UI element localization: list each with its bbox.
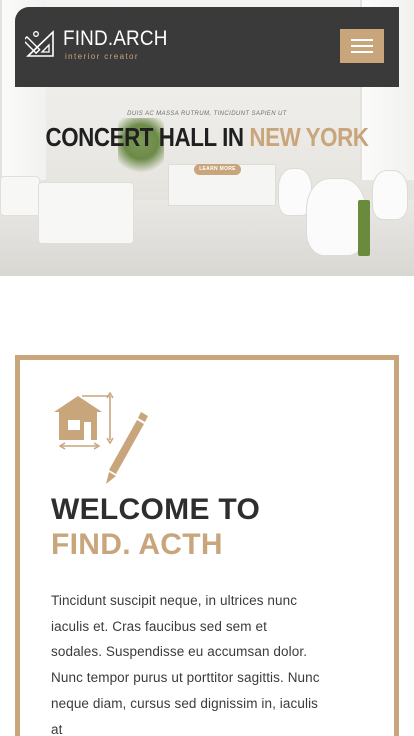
welcome-title-line1: WELCOME TO <box>51 493 261 526</box>
logo-tagline: interior creator <box>65 52 139 61</box>
hero-title-accent: NEW YORK <box>249 122 369 152</box>
hamburger-menu-icon <box>351 51 373 53</box>
menu-button[interactable] <box>340 29 384 63</box>
hero-sofa <box>0 176 40 216</box>
hero-chair <box>372 170 408 220</box>
logo-icon <box>25 30 54 57</box>
hero-bottle <box>358 200 370 256</box>
logo-name[interactable]: FIND.ARCH <box>63 27 168 51</box>
hero-chair <box>306 178 366 256</box>
hero-kicker: DUIS AC MASSA RUTRUM, TINCIDUNT SAPIEN U… <box>127 111 287 117</box>
learn-more-button[interactable]: LEARN MORE <box>194 164 241 175</box>
welcome-body: Tincidunt suscipit neque, in ultrices nu… <box>51 593 320 736</box>
welcome-title: WELCOME TO FIND. ACTH <box>51 492 260 562</box>
top-header: FIND.ARCH interior creator <box>15 7 399 87</box>
house-blueprint-pencil-icon <box>54 391 148 484</box>
hamburger-menu-icon <box>351 45 373 47</box>
welcome-card: WELCOME TO FIND. ACTH Tincidunt suscipit… <box>15 355 399 736</box>
hero-title-main: CONCERT HALL IN <box>45 122 250 152</box>
hero-title: CONCERT HALL IN NEW YORK <box>29 122 385 153</box>
welcome-title-line2: FIND. ACTH <box>51 528 223 561</box>
hero-sofa <box>38 182 134 244</box>
hamburger-menu-icon <box>351 39 373 41</box>
